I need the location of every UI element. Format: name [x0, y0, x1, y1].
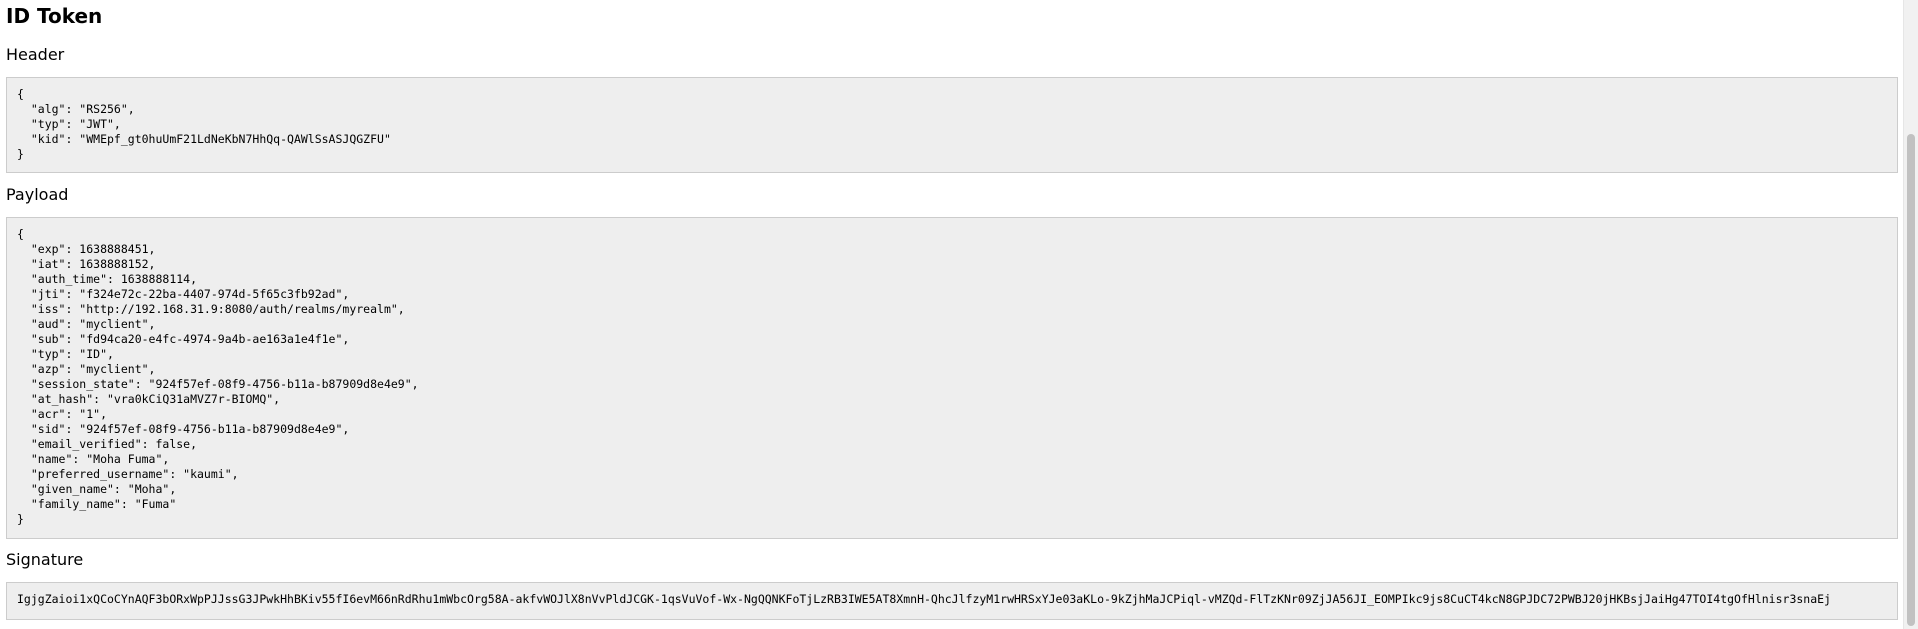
payload-line: "acr": "1", — [17, 407, 108, 421]
payload-line: "session_state": "924f57ef-08f9-4756-b11… — [17, 377, 419, 391]
payload-json-block[interactable]: { "exp": 1638888451, "iat": 1638888152, … — [6, 217, 1898, 539]
payload-line: } — [17, 512, 24, 526]
page-title: ID Token — [6, 4, 103, 28]
payload-line: "exp": 1638888451, — [17, 242, 156, 256]
signature-section-title: Signature — [6, 550, 84, 569]
payload-line: { — [17, 227, 24, 241]
payload-line: "auth_time": 1638888114, — [17, 272, 198, 286]
page: ID Token Header { "alg": "RS256", "typ":… — [0, 0, 1918, 629]
header-json-block[interactable]: { "alg": "RS256", "typ": "JWT", "kid": "… — [6, 77, 1898, 173]
payload-line: "jti": "f324e72c-22ba-4407-974d-5f65c3fb… — [17, 287, 350, 301]
payload-line: "name": "Moha Fuma", — [17, 452, 170, 466]
payload-line: "sid": "924f57ef-08f9-4756-b11a-b87909d8… — [17, 422, 350, 436]
signature-block[interactable]: IgjgZaioi1xQCoCYnAQF3bORxWpPJJssG3JPwkHh… — [6, 582, 1898, 620]
payload-line: "aud": "myclient", — [17, 317, 156, 331]
payload-line: "typ": "ID", — [17, 347, 114, 361]
scrollbar-thumb[interactable] — [1907, 134, 1915, 626]
header-line: "typ": "JWT", — [17, 117, 121, 131]
vertical-scrollbar[interactable] — [1903, 0, 1918, 629]
payload-line: "iss": "http://192.168.31.9:8080/auth/re… — [17, 302, 405, 316]
payload-line: "sub": "fd94ca20-e4fc-4974-9a4b-ae163a1e… — [17, 332, 350, 346]
payload-line: "azp": "myclient", — [17, 362, 156, 376]
payload-line: "given_name": "Moha", — [17, 482, 177, 496]
payload-line: "family_name": "Fuma" — [17, 497, 177, 511]
header-line: } — [17, 147, 24, 161]
payload-line: "iat": 1638888152, — [17, 257, 156, 271]
payload-line: "preferred_username": "kaumi", — [17, 467, 239, 481]
header-line: "kid": "WMEpf_gt0huUmF21LdNeKbN7HhQq-QAW… — [17, 132, 391, 146]
header-line: { — [17, 87, 24, 101]
header-line: "alg": "RS256", — [17, 102, 135, 116]
header-section-title: Header — [6, 45, 65, 64]
payload-line: "at_hash": "vra0kCiQ31aMVZ7r-BIOMQ", — [17, 392, 281, 406]
payload-section-title: Payload — [6, 185, 69, 204]
signature-value: IgjgZaioi1xQCoCYnAQF3bORxWpPJJssG3JPwkHh… — [17, 592, 1831, 606]
payload-line: "email_verified": false, — [17, 437, 198, 451]
